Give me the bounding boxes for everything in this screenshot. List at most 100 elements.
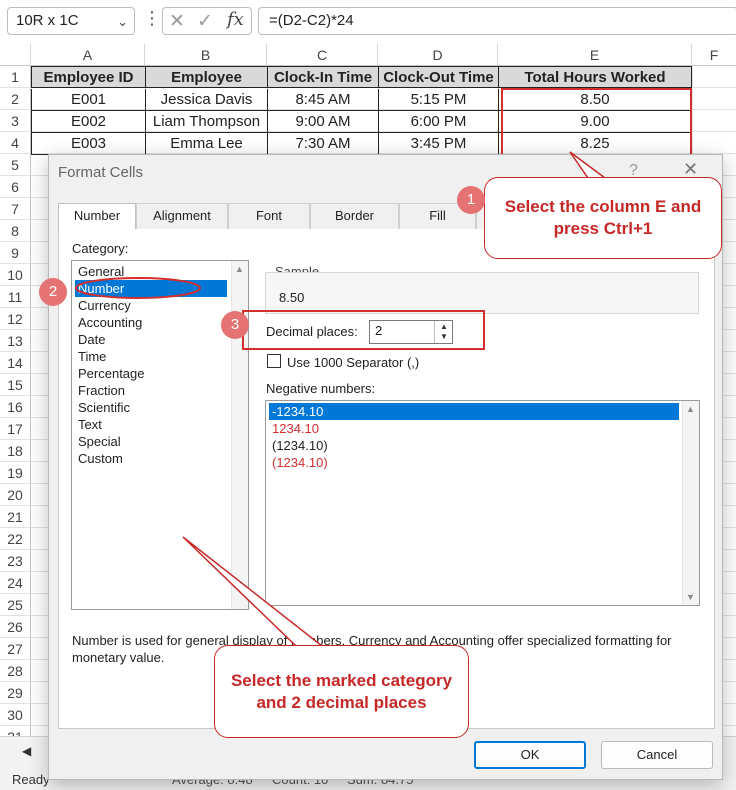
separator-checkbox[interactable] <box>267 354 281 368</box>
scroll-down-icon[interactable]: ▼ <box>686 592 695 602</box>
row-header[interactable]: 3 <box>0 110 31 132</box>
row-header[interactable]: 29 <box>0 682 31 704</box>
category-item-scientific[interactable]: Scientific <box>75 399 130 416</box>
header-clock-in[interactable]: Clock-In Time <box>267 66 379 88</box>
column-header-f[interactable]: F <box>692 44 736 66</box>
category-item-percentage[interactable]: Percentage <box>75 365 145 382</box>
row-header[interactable]: 7 <box>0 198 31 220</box>
row-header[interactable]: 26 <box>0 616 31 638</box>
row-header[interactable]: 20 <box>0 484 31 506</box>
scroll-up-icon[interactable]: ▲ <box>235 264 244 274</box>
category-item-number[interactable]: Number <box>75 280 227 297</box>
column-header-c[interactable]: C <box>267 44 378 66</box>
row-header[interactable]: 11 <box>0 286 31 308</box>
row-header[interactable]: 30 <box>0 704 31 726</box>
row-header[interactable]: 8 <box>0 220 31 242</box>
category-item-text[interactable]: Text <box>75 416 102 433</box>
callout-2-text: Select the marked category and 2 decimal… <box>230 670 453 712</box>
header-employee[interactable]: Employee <box>145 66 268 88</box>
tab-font[interactable]: Font <box>228 203 310 229</box>
column-header-d[interactable]: D <box>378 44 498 66</box>
row-header[interactable]: 6 <box>0 176 31 198</box>
category-item-accounting[interactable]: Accounting <box>75 314 142 331</box>
cell-c4[interactable]: 7:30 AM <box>267 133 379 155</box>
column-header-b[interactable]: B <box>145 44 267 66</box>
cell-a2[interactable]: E001 <box>31 89 146 111</box>
row-header[interactable]: 1 <box>0 66 31 88</box>
tab-border[interactable]: Border <box>310 203 399 229</box>
row-header[interactable]: 16 <box>0 396 31 418</box>
negative-format-4[interactable]: (1234.10) <box>269 454 328 471</box>
scroll-left-icon[interactable]: ◀ <box>22 744 31 758</box>
row-header[interactable]: 9 <box>0 242 31 264</box>
category-item-special[interactable]: Special <box>75 433 121 450</box>
column-header-a[interactable]: A <box>31 44 145 66</box>
enter-check-icon[interactable]: ✓ <box>197 10 213 33</box>
step-badge-2: 2 <box>39 278 67 306</box>
cell-d3[interactable]: 6:00 PM <box>378 111 499 133</box>
category-item-fraction[interactable]: Fraction <box>75 382 125 399</box>
negative-format-2[interactable]: 1234.10 <box>269 420 319 437</box>
column-header-e[interactable]: E <box>498 44 692 66</box>
row-header[interactable]: 10 <box>0 264 31 286</box>
row-header[interactable]: 21 <box>0 506 31 528</box>
cancel-icon[interactable]: ✕ <box>169 10 185 33</box>
category-list[interactable]: General Number Currency Accounting Date Time P… <box>71 260 249 610</box>
header-total-hours[interactable]: Total Hours Worked <box>498 66 692 88</box>
decrement-icon[interactable]: ▼ <box>440 332 448 341</box>
cell-a3[interactable]: E002 <box>31 111 146 133</box>
name-box[interactable]: 10R x 1C ⌄ <box>7 7 135 35</box>
row-header[interactable]: 4 <box>0 132 31 154</box>
tab-number[interactable]: Number <box>58 203 136 230</box>
row-header[interactable]: 27 <box>0 638 31 660</box>
row-header[interactable]: 5 <box>0 154 31 176</box>
category-item-time[interactable]: Time <box>75 348 106 365</box>
category-item-general[interactable]: General <box>75 263 124 280</box>
increment-icon[interactable]: ▲ <box>440 322 448 331</box>
ok-button[interactable]: OK <box>474 741 586 769</box>
row-header[interactable]: 18 <box>0 440 31 462</box>
row-header[interactable]: 12 <box>0 308 31 330</box>
negative-scrollbar[interactable]: ▲ ▼ <box>682 401 699 605</box>
row-header[interactable]: 22 <box>0 528 31 550</box>
row-header[interactable]: 25 <box>0 594 31 616</box>
header-clock-out[interactable]: Clock-Out Time <box>378 66 499 88</box>
cell-a4[interactable]: E003 <box>31 133 146 155</box>
cell-b4[interactable]: Emma Lee <box>145 133 268 155</box>
decimal-places-label: Decimal places: <box>266 324 358 339</box>
row-header[interactable]: 15 <box>0 374 31 396</box>
row-header[interactable]: 23 <box>0 550 31 572</box>
row-header[interactable]: 17 <box>0 418 31 440</box>
cell-b2[interactable]: Jessica Davis <box>145 89 268 111</box>
category-item-date[interactable]: Date <box>75 331 105 348</box>
tab-alignment[interactable]: Alignment <box>136 203 228 229</box>
row-header[interactable]: 28 <box>0 660 31 682</box>
cell-b3[interactable]: Liam Thompson <box>145 111 268 133</box>
cell-d2[interactable]: 5:15 PM <box>378 89 499 111</box>
negative-format-1[interactable]: -1234.10 <box>269 403 679 420</box>
sample-box: 8.50 <box>265 272 699 314</box>
cancel-button[interactable]: Cancel <box>601 741 713 769</box>
category-item-custom[interactable]: Custom <box>75 450 123 467</box>
negative-format-3[interactable]: (1234.10) <box>269 437 328 454</box>
cell-d4[interactable]: 3:45 PM <box>378 133 499 155</box>
row-header[interactable]: 14 <box>0 352 31 374</box>
negative-numbers-list[interactable]: -1234.10 1234.10 (1234.10) (1234.10) ▲ ▼ <box>265 400 700 606</box>
cell-c2[interactable]: 8:45 AM <box>267 89 379 111</box>
category-item-currency[interactable]: Currency <box>75 297 131 314</box>
insert-function-icon[interactable]: fx <box>227 9 244 30</box>
negative-numbers-label: Negative numbers: <box>266 381 376 396</box>
row-header[interactable]: 19 <box>0 462 31 484</box>
callout-1: Select the column E and press Ctrl+1 <box>484 177 722 259</box>
more-options-icon[interactable]: ⋮ <box>143 8 161 29</box>
row-header[interactable]: 13 <box>0 330 31 352</box>
decimal-places-stepper[interactable]: 2 ▲ ▼ <box>369 320 453 344</box>
scroll-up-icon[interactable]: ▲ <box>686 404 695 414</box>
row-header[interactable]: 2 <box>0 88 31 110</box>
select-all-corner[interactable] <box>0 44 31 66</box>
formula-input[interactable]: =(D2-C2)*24 <box>258 7 736 35</box>
chevron-down-icon[interactable]: ⌄ <box>117 9 128 35</box>
row-header[interactable]: 24 <box>0 572 31 594</box>
cell-c3[interactable]: 9:00 AM <box>267 111 379 133</box>
header-employee-id[interactable]: Employee ID <box>31 66 146 88</box>
